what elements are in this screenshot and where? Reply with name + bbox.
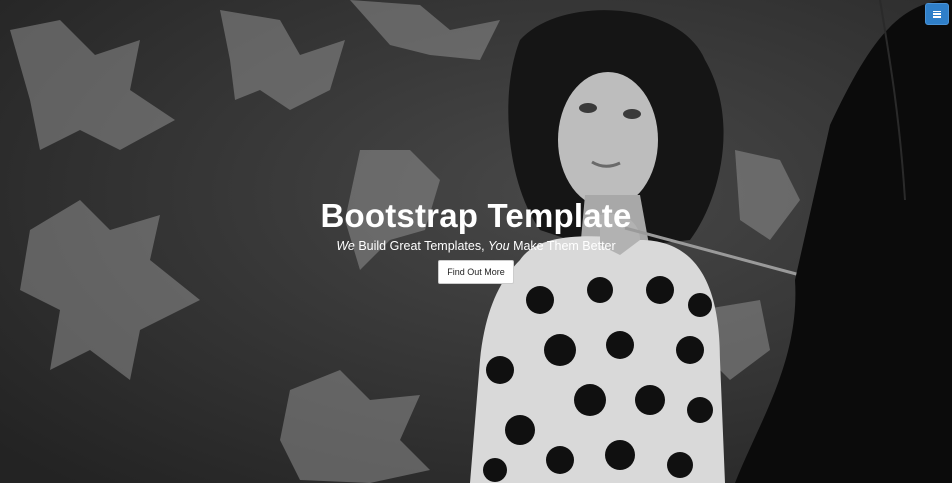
subtitle-text-2: Make Them Better <box>509 239 616 253</box>
subtitle-emphasis-we: We <box>336 239 355 253</box>
find-out-more-button[interactable]: Find Out More <box>438 260 514 284</box>
hero-title: Bootstrap Template <box>320 197 632 234</box>
hero-content: Bootstrap Template We Build Great Templa… <box>276 196 676 284</box>
menu-toggle-button[interactable] <box>925 3 949 25</box>
hero-section: Bootstrap Template We Build Great Templa… <box>0 0 952 483</box>
menu-icon <box>933 10 941 18</box>
hero-subtitle: We Build Great Templates, You Make Them … <box>276 238 676 255</box>
subtitle-text-1: Build Great Templates, <box>354 239 489 253</box>
subtitle-emphasis-you: You <box>488 239 510 253</box>
